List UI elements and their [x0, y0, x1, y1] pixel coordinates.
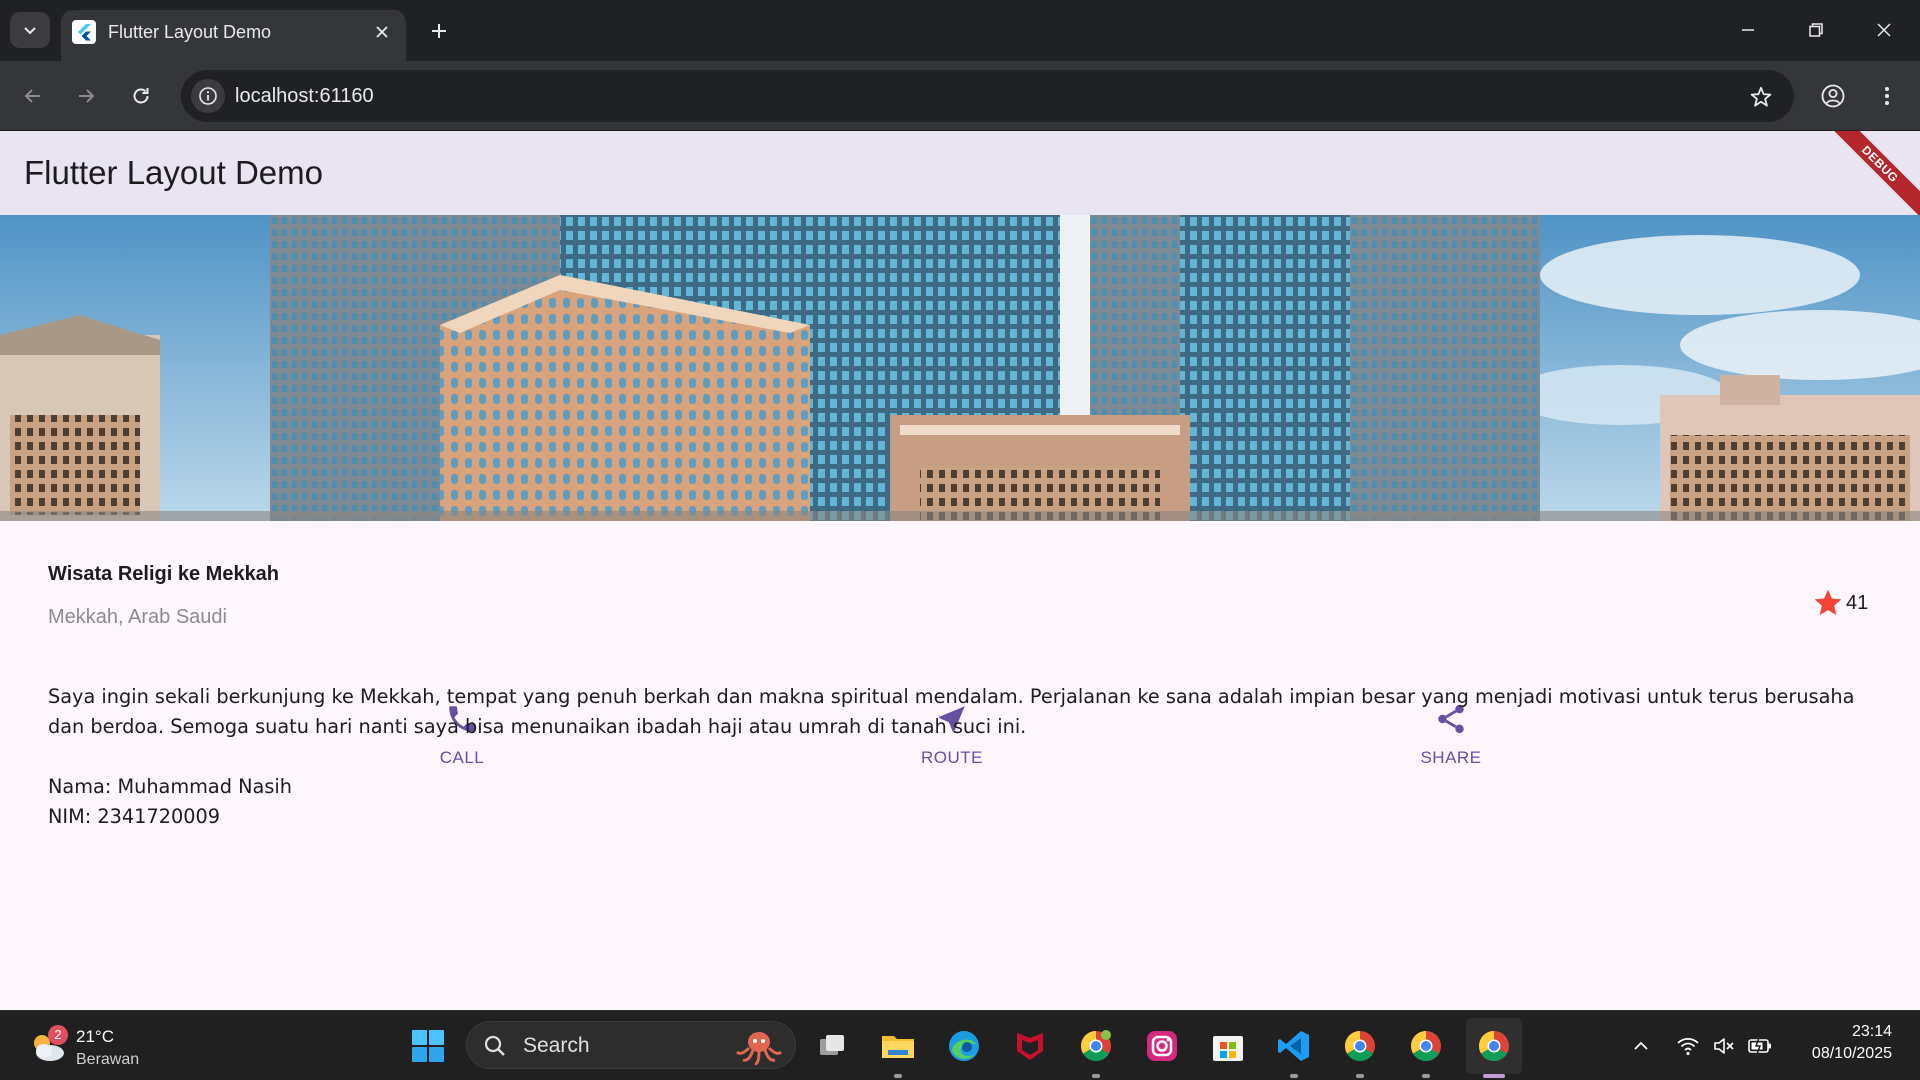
profile-button[interactable] [1813, 76, 1853, 116]
arrow-left-icon [24, 89, 40, 103]
back-button[interactable] [13, 76, 53, 116]
rating-count: 41 [1846, 591, 1869, 614]
site-info-button[interactable] [191, 79, 225, 113]
description-line: dan berdoa. Semoga suatu hari nanti saya… [48, 715, 1027, 738]
active-indicator [1483, 1074, 1505, 1078]
star-icon [1814, 589, 1842, 615]
reload-icon [133, 88, 149, 104]
info-icon [199, 87, 217, 105]
volume-muted-icon [1714, 1038, 1734, 1054]
running-indicator [1290, 1074, 1298, 1078]
weather-condition: Berawan [76, 1051, 140, 1068]
store-icon [1213, 1036, 1243, 1061]
clock-date: 08/10/2025 [1811, 1045, 1892, 1062]
rating: 41 [1812, 587, 1868, 619]
taskbar-chrome-2[interactable] [1402, 1022, 1450, 1078]
url-text[interactable]: localhost:61160 [235, 82, 374, 110]
vscode-icon [1278, 1031, 1309, 1061]
close-icon [376, 26, 388, 38]
minimize-button[interactable] [1724, 10, 1772, 50]
address-bar[interactable]: localhost:61160 [181, 70, 1794, 122]
chrome-icon [1478, 1031, 1509, 1062]
browser-tab[interactable]: Flutter Layout Demo [61, 10, 406, 61]
hero-image [0, 215, 1920, 521]
place-name: Wisata Religi ke Mekkah [48, 563, 280, 585]
system-clock[interactable]: 23:14 08/10/2025 [1812, 1021, 1892, 1065]
search-icon [484, 1035, 505, 1056]
plus-icon [432, 24, 446, 38]
running-indicator [1356, 1074, 1364, 1078]
flutter-app: Flutter Layout Demo DEBUG Wisata Religi … [0, 131, 1920, 1010]
weather-widget[interactable]: 2 21°C Berawan [24, 1019, 164, 1073]
search-placeholder: Search [523, 1034, 590, 1057]
weather-temperature: 21°C [76, 1027, 114, 1046]
battery-button[interactable] [1747, 1033, 1773, 1059]
taskbar-instagram[interactable] [1138, 1022, 1186, 1070]
taskbar-chrome-active[interactable] [1466, 1018, 1522, 1078]
browser-menu-button[interactable] [1867, 76, 1907, 116]
account-icon [1821, 84, 1845, 108]
close-window-button[interactable] [1860, 10, 1908, 50]
edge-icon [949, 1031, 979, 1061]
task-view-icon [820, 1035, 844, 1055]
taskbar-mcafee[interactable] [1006, 1022, 1054, 1070]
battery-charging-icon [1748, 1037, 1771, 1055]
forward-button[interactable] [66, 76, 106, 116]
minimize-icon [1742, 29, 1754, 31]
close-icon [1877, 23, 1891, 37]
task-view-button[interactable] [808, 1022, 856, 1070]
volume-button[interactable] [1711, 1033, 1737, 1059]
octopus-icon [735, 1032, 783, 1066]
start-button[interactable] [404, 1022, 452, 1070]
browser-tab-strip: Flutter Layout Demo [0, 0, 1920, 61]
weather-badge: 2 [48, 1025, 68, 1045]
place-location: Mekkah, Arab Saudi [48, 606, 227, 628]
chrome-icon [1080, 1030, 1111, 1062]
taskbar-chrome-profile[interactable] [1072, 1022, 1120, 1078]
folder-icon [882, 1036, 914, 1058]
student-name: Nama: Muhammad Nasih [48, 775, 292, 798]
bookmark-button[interactable] [1746, 82, 1776, 112]
tab-title: Flutter Layout Demo [108, 22, 272, 42]
taskbar-search[interactable]: Search [466, 1021, 796, 1069]
chrome-icon [1344, 1031, 1375, 1062]
description-line: Saya ingin sekali berkunjung ke Mekkah, … [48, 685, 1855, 708]
taskbar-store[interactable] [1204, 1022, 1252, 1070]
chevron-up-icon [1634, 1041, 1648, 1050]
tab-close-button[interactable] [369, 19, 395, 45]
windows-logo-icon [412, 1030, 444, 1062]
chrome-icon [1410, 1031, 1441, 1062]
star-outline-icon [1750, 86, 1772, 107]
more-vert-icon [1885, 87, 1889, 105]
app-bar-title: Flutter Layout Demo [24, 154, 323, 191]
taskbar-vscode[interactable] [1270, 1022, 1318, 1078]
student-nim: NIM: 2341720009 [48, 805, 221, 828]
restore-button[interactable] [1792, 10, 1840, 50]
flutter-logo-icon [72, 20, 96, 44]
browser-toolbar: localhost:61160 [0, 61, 1920, 131]
restore-icon [1809, 23, 1823, 37]
clock-time: 23:14 [1851, 1023, 1892, 1040]
taskbar-chrome-1[interactable] [1336, 1022, 1384, 1078]
running-indicator [1092, 1074, 1100, 1078]
wifi-icon [1677, 1037, 1699, 1056]
app-bar: Flutter Layout Demo [0, 131, 1920, 215]
chevron-down-icon [24, 27, 36, 35]
instagram-icon [1147, 1031, 1177, 1061]
taskbar-file-explorer[interactable] [874, 1022, 922, 1078]
mcafee-shield-icon [1017, 1033, 1043, 1060]
new-tab-button[interactable] [422, 16, 456, 46]
running-indicator [894, 1074, 902, 1078]
arrow-right-icon [79, 89, 95, 103]
tab-search-button[interactable] [10, 12, 50, 48]
description-text: Saya ingin sekali berkunjung ke Mekkah, … [48, 682, 1878, 832]
running-indicator [1422, 1074, 1430, 1078]
wifi-button[interactable] [1675, 1033, 1701, 1059]
show-hidden-icons-button[interactable] [1628, 1033, 1654, 1059]
reload-button[interactable] [121, 76, 161, 116]
taskbar: 2 21°C Berawan Search 23:14 08/10/2025 [0, 1010, 1920, 1080]
taskbar-edge[interactable] [940, 1022, 988, 1070]
